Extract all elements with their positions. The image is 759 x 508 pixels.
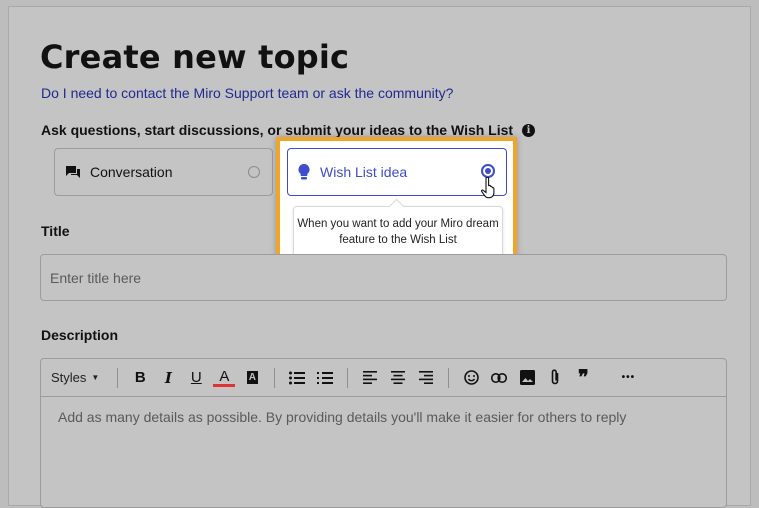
title-label: Title — [41, 223, 70, 239]
blockquote-button[interactable]: ❞ — [572, 367, 594, 389]
align-right-button[interactable] — [415, 367, 437, 389]
chat-icon — [65, 164, 81, 180]
topic-type-label: Ask questions, start discussions, or sub… — [41, 122, 536, 138]
info-icon[interactable]: i — [522, 123, 536, 137]
description-label: Description — [41, 327, 119, 343]
wishlist-option[interactable]: Wish List idea — [287, 148, 507, 196]
highlight-color-button[interactable]: A — [241, 367, 263, 389]
chevron-down-icon: ▼ — [91, 373, 100, 382]
highlight-color-icon: A — [246, 371, 258, 384]
align-center-button[interactable] — [387, 367, 409, 389]
image-button[interactable] — [516, 367, 538, 389]
align-left-button[interactable] — [359, 367, 381, 389]
toolbar-spacer — [605, 368, 606, 388]
more-options-button[interactable]: ••• — [617, 367, 639, 389]
link-button[interactable] — [488, 367, 510, 389]
styles-dropdown[interactable]: Styles ▼ — [51, 370, 99, 385]
italic-button[interactable]: I — [157, 367, 179, 389]
conversation-radio[interactable] — [248, 166, 260, 178]
styles-label: Styles — [51, 370, 87, 385]
emoji-button[interactable] — [460, 367, 482, 389]
page-title: Create new topic — [40, 38, 350, 76]
description-editor[interactable]: Styles ▼ B I U A A ❞ ••• Add as many det… — [40, 358, 727, 508]
attachment-button[interactable] — [544, 367, 566, 389]
conversation-label: Conversation — [90, 164, 173, 180]
title-placeholder: Enter title here — [50, 269, 142, 286]
wishlist-radio[interactable] — [481, 164, 495, 178]
text-color-button[interactable]: A — [213, 368, 236, 387]
hand-cursor-icon — [481, 176, 497, 204]
wishlist-tooltip: When you want to add your Miro dream fea… — [293, 206, 503, 258]
editor-toolbar: Styles ▼ B I U A A ❞ ••• — [41, 359, 726, 397]
wishlist-highlight: Wish List idea When you want to add your… — [276, 137, 517, 268]
description-placeholder: Add as many details as possible. By prov… — [58, 409, 627, 425]
lightbulb-icon — [298, 164, 310, 180]
toolbar-divider — [274, 367, 276, 388]
underline-button[interactable]: U — [185, 367, 207, 389]
toolbar-divider — [117, 367, 119, 388]
numbered-list-button[interactable] — [314, 367, 336, 389]
title-input[interactable]: Enter title here — [40, 254, 727, 301]
bullet-list-button[interactable] — [286, 367, 308, 389]
conversation-option[interactable]: Conversation — [54, 148, 273, 196]
toolbar-divider — [347, 367, 349, 388]
wishlist-label: Wish List idea — [320, 164, 408, 180]
toolbar-divider — [448, 367, 450, 388]
topic-type-label-text: Ask questions, start discussions, or sub… — [41, 122, 514, 138]
bold-button[interactable]: B — [129, 367, 151, 389]
help-link[interactable]: Do I need to contact the Miro Support te… — [41, 85, 453, 101]
